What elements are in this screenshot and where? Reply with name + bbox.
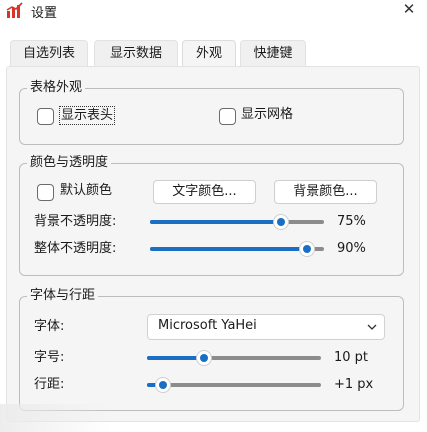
tab-watchlist[interactable]: 自选列表 bbox=[10, 40, 88, 67]
bg-opacity-value: 75% bbox=[337, 214, 366, 229]
tab-shortcuts[interactable]: 快捷键 bbox=[240, 40, 306, 67]
line-spacing-slider[interactable] bbox=[147, 377, 321, 393]
slider-thumb[interactable] bbox=[154, 377, 171, 393]
chart-icon bbox=[6, 2, 23, 18]
font-spacing-group: 字体与行距 字体: Microsoft YaHei 字号: 10 pt 行距: … bbox=[19, 287, 404, 411]
bg-opacity-slider[interactable] bbox=[150, 214, 324, 230]
table-appearance-group: 表格外观 显示表头 显示网格 bbox=[19, 79, 404, 145]
window-shadow bbox=[0, 404, 110, 432]
show-grid-checkbox[interactable] bbox=[219, 108, 236, 125]
font-label: 字体: bbox=[34, 319, 65, 334]
slider-fill bbox=[150, 247, 307, 251]
font-size-slider[interactable] bbox=[147, 350, 321, 366]
show-header-label: 显示表头 bbox=[59, 106, 116, 125]
background-color-button[interactable]: 背景颜色... bbox=[274, 180, 377, 204]
line-spacing-label: 行距: bbox=[34, 377, 65, 392]
slider-thumb[interactable] bbox=[272, 214, 289, 230]
slider-fill bbox=[150, 220, 281, 224]
overall-opacity-value: 90% bbox=[337, 241, 366, 256]
tab-bar: 自选列表 显示数据 外观 快捷键 bbox=[0, 40, 427, 68]
line-spacing-value: +1 px bbox=[334, 377, 374, 392]
close-icon[interactable]: ✕ bbox=[399, 0, 419, 20]
group-legend: 表格外观 bbox=[27, 79, 86, 97]
font-size-label: 字号: bbox=[34, 350, 65, 365]
group-legend: 字体与行距 bbox=[27, 287, 99, 305]
color-opacity-group: 颜色与透明度 默认颜色 文字颜色... 背景颜色... 背景不透明度: 75% … bbox=[19, 154, 404, 276]
show-grid-label: 显示网格 bbox=[241, 107, 294, 122]
slider-thumb[interactable] bbox=[196, 350, 213, 366]
default-color-label: 默认颜色 bbox=[60, 183, 113, 198]
slider-track bbox=[147, 383, 321, 387]
slider-thumb[interactable] bbox=[298, 241, 315, 257]
font-select[interactable]: Microsoft YaHei bbox=[147, 314, 385, 340]
font-select-value: Microsoft YaHei bbox=[158, 318, 257, 333]
group-legend: 颜色与透明度 bbox=[27, 154, 112, 172]
title-bar: 设置 ✕ bbox=[0, 0, 427, 30]
overall-opacity-slider[interactable] bbox=[150, 241, 324, 257]
text-color-button[interactable]: 文字颜色... bbox=[153, 180, 256, 204]
show-header-checkbox[interactable] bbox=[37, 108, 54, 125]
tab-appearance[interactable]: 外观 bbox=[182, 40, 236, 68]
chevron-down-icon bbox=[367, 324, 377, 330]
window-title: 设置 bbox=[31, 6, 58, 21]
font-size-value: 10 pt bbox=[334, 350, 369, 365]
default-color-checkbox[interactable] bbox=[37, 184, 54, 201]
bg-opacity-label: 背景不透明度: bbox=[34, 214, 117, 229]
appearance-panel: 表格外观 显示表头 显示网格 颜色与透明度 默认颜色 文字颜色... 背景颜色.… bbox=[6, 66, 420, 422]
overall-opacity-label: 整体不透明度: bbox=[34, 241, 117, 256]
tab-display-data[interactable]: 显示数据 bbox=[94, 40, 178, 67]
